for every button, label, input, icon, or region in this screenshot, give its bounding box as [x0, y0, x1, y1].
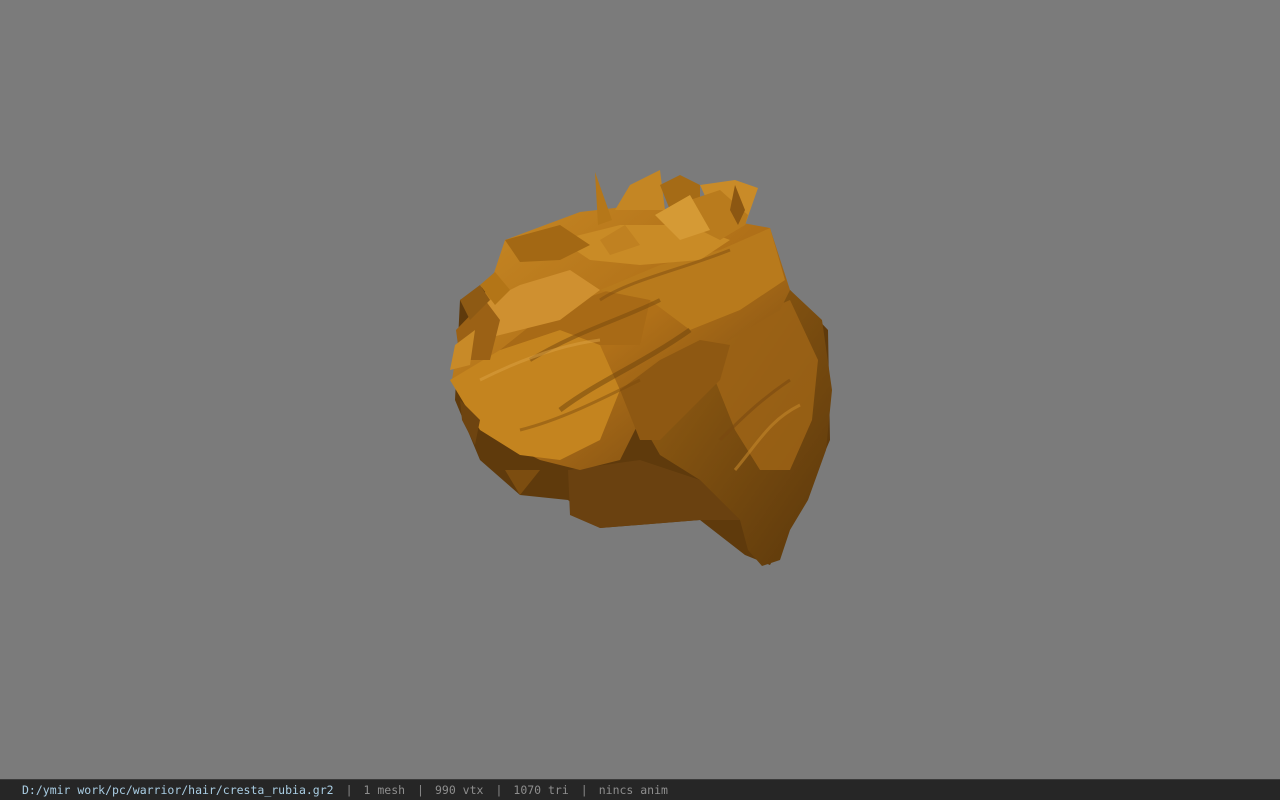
3d-viewport[interactable]	[0, 0, 1280, 779]
hair-spike	[615, 170, 665, 210]
status-separator: |	[580, 783, 588, 797]
mesh-count: 1 mesh	[363, 783, 406, 797]
status-separator: |	[345, 783, 353, 797]
triangle-count: 1070 tri	[513, 783, 569, 797]
file-path: D:/ymir work/pc/warrior/hair/cresta_rubi…	[22, 783, 334, 797]
vertex-count: 990 vtx	[434, 783, 484, 797]
animation-status: nincs anim	[598, 783, 668, 797]
status-bar: D:/ymir work/pc/warrior/hair/cresta_rubi…	[0, 779, 1280, 800]
hair-model-render[interactable]	[0, 0, 1280, 779]
status-separator: |	[417, 783, 424, 797]
status-separator: |	[495, 783, 503, 797]
